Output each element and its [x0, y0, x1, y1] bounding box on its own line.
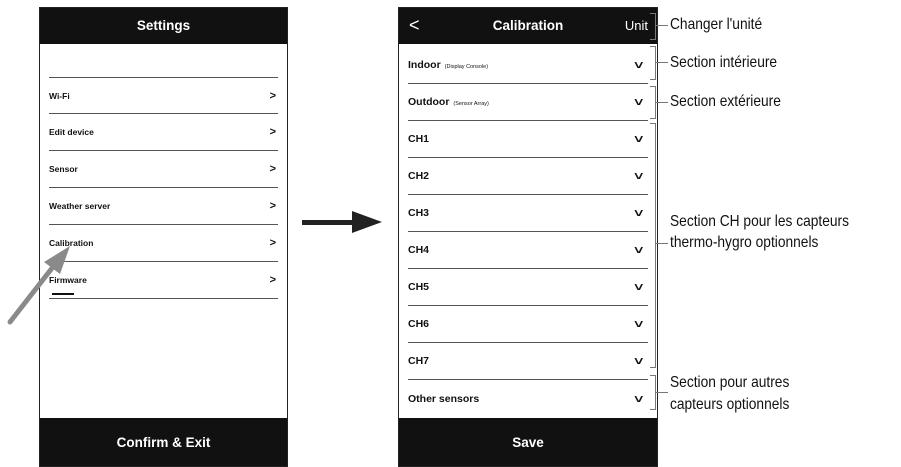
chevron-down-icon: >	[629, 98, 648, 106]
chevron-down-icon: >	[629, 61, 648, 69]
section-label: Outdoor (Sensor Array)	[408, 96, 489, 108]
annotation-other-line1: Section pour autres	[670, 374, 790, 391]
transition-arrowhead-icon	[352, 211, 382, 233]
indoor-connector	[656, 62, 668, 63]
section-sublabel: (Display Console)	[444, 64, 489, 70]
unit-bracket	[650, 13, 656, 40]
save-button[interactable]: Save	[399, 418, 657, 466]
chevron-down-icon: >	[629, 320, 648, 328]
section-ch3[interactable]: CH3 >	[408, 195, 648, 232]
chevron-down-icon: >	[629, 394, 648, 403]
annotation-ch-line1: Section CH pour les capteurs	[670, 213, 849, 230]
chevron-down-icon: >	[629, 135, 648, 143]
annotation-other-line2: capteurs optionnels	[670, 396, 790, 413]
annotation-indoor: Section intérieure	[670, 54, 778, 71]
chevron-down-icon: >	[629, 172, 648, 180]
section-label: Indoor (Display Console)	[408, 59, 488, 71]
chevron-down-icon: >	[629, 357, 648, 365]
section-outdoor[interactable]: Outdoor (Sensor Array) >	[408, 84, 648, 121]
section-ch4[interactable]: CH4 >	[408, 232, 648, 269]
section-title: CH4	[408, 244, 430, 256]
calibration-header: < Calibration Unit	[399, 8, 657, 44]
section-title: CH3	[408, 207, 430, 219]
section-title: CH1	[408, 133, 430, 145]
chevron-down-icon: >	[629, 246, 648, 254]
ch-bracket	[650, 123, 656, 368]
section-ch7[interactable]: CH7 >	[408, 343, 648, 380]
other-connector	[656, 392, 668, 393]
outdoor-connector	[656, 102, 668, 103]
section-sublabel: (Sensor Array)	[453, 101, 489, 107]
section-title: CH7	[408, 355, 430, 367]
indoor-bracket	[650, 46, 656, 80]
unit-connector	[656, 25, 668, 26]
unit-button[interactable]: Unit	[625, 8, 648, 44]
section-title: CH2	[408, 170, 430, 182]
section-ch2[interactable]: CH2 >	[408, 158, 648, 195]
calibration-title: Calibration	[492, 18, 564, 33]
section-indoor[interactable]: Indoor (Display Console) >	[408, 47, 648, 84]
section-title: CH5	[408, 281, 430, 293]
calibration-screen: < Calibration Unit Indoor (Display Consol…	[398, 7, 658, 467]
annotation-outdoor: Section extérieure	[670, 93, 781, 110]
chevron-down-icon: >	[629, 209, 648, 217]
annotation-unit: Changer l'unité	[670, 16, 763, 33]
section-other-sensors[interactable]: Other sensors >	[408, 380, 648, 417]
section-title: Indoor	[408, 59, 441, 71]
ch-connector	[656, 243, 668, 244]
section-title: CH6	[408, 318, 430, 330]
chevron-down-icon: >	[629, 283, 648, 291]
section-ch1[interactable]: CH1 >	[408, 121, 648, 158]
annotation-ch-line2: thermo-hygro optionnels	[670, 234, 819, 251]
section-ch6[interactable]: CH6 >	[408, 306, 648, 343]
save-label: Save	[512, 434, 544, 450]
transition-arrow-icon	[302, 220, 354, 225]
section-ch5[interactable]: CH5 >	[408, 269, 648, 306]
section-title: Outdoor	[408, 96, 450, 108]
section-title: Other sensors	[408, 392, 480, 405]
